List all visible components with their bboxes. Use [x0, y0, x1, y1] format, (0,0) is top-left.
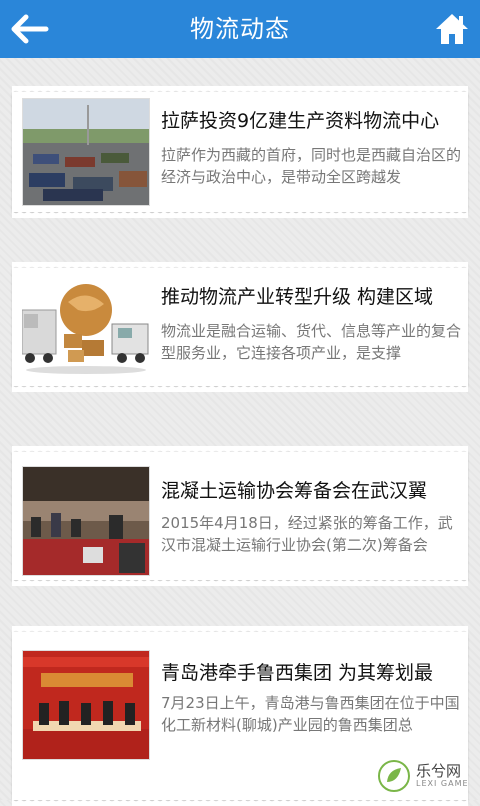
- news-card[interactable]: 拉萨投资9亿建生产资料物流中心 拉萨作为西藏的首府，同时也是西藏自治区的经济与政…: [12, 92, 468, 218]
- news-thumbnail: [22, 466, 150, 576]
- news-title: 青岛港牵手鲁西集团 为其筹划最: [161, 662, 434, 684]
- home-button[interactable]: [434, 11, 470, 47]
- news-thumbnail: [22, 650, 150, 760]
- top-bar: 物流动态: [0, 0, 480, 58]
- news-summary: 2015年4月18日，经过紧张的筹备工作，武汉市混凝土运输行业协会(第二次)筹备…: [161, 514, 453, 554]
- news-summary: 物流业是融合运输、货代、信息等产业的复合型服务业，它连接各项产业，是支撑: [161, 322, 462, 362]
- page-title: 物流动态: [190, 15, 290, 43]
- watermark-subtext: LEXI GAME: [416, 779, 469, 788]
- news-summary: 拉萨作为西藏的首府，同时也是西藏自治区的经济与政治中心，是带动全区跨越发: [161, 146, 462, 186]
- news-card[interactable]: 推动物流产业转型升级 构建区域 物流业是融合运输、货代、信息等产业的复合型服务业…: [12, 268, 468, 392]
- news-card[interactable]: 混凝土运输协会筹备会在武汉翼 2015年4月18日，经过紧张的筹备工作，武汉市混…: [12, 452, 468, 586]
- news-thumbnail: [22, 98, 150, 206]
- news-summary: 7月23日上午，青岛港与鲁西集团在位于中国化工新材料(聊城)产业园的鲁西集团总: [161, 694, 460, 734]
- leaf-logo-icon: [378, 760, 410, 792]
- site-watermark: 乐兮网 LEXI GAME: [376, 758, 472, 794]
- news-title: 拉萨投资9亿建生产资料物流中心: [161, 110, 440, 132]
- news-title: 混凝土运输协会筹备会在武汉翼: [161, 480, 428, 502]
- watermark-text: 乐兮网: [416, 762, 462, 780]
- news-thumbnail: [22, 274, 150, 382]
- news-title: 推动物流产业转型升级 构建区域: [161, 286, 434, 308]
- home-icon: [436, 14, 468, 44]
